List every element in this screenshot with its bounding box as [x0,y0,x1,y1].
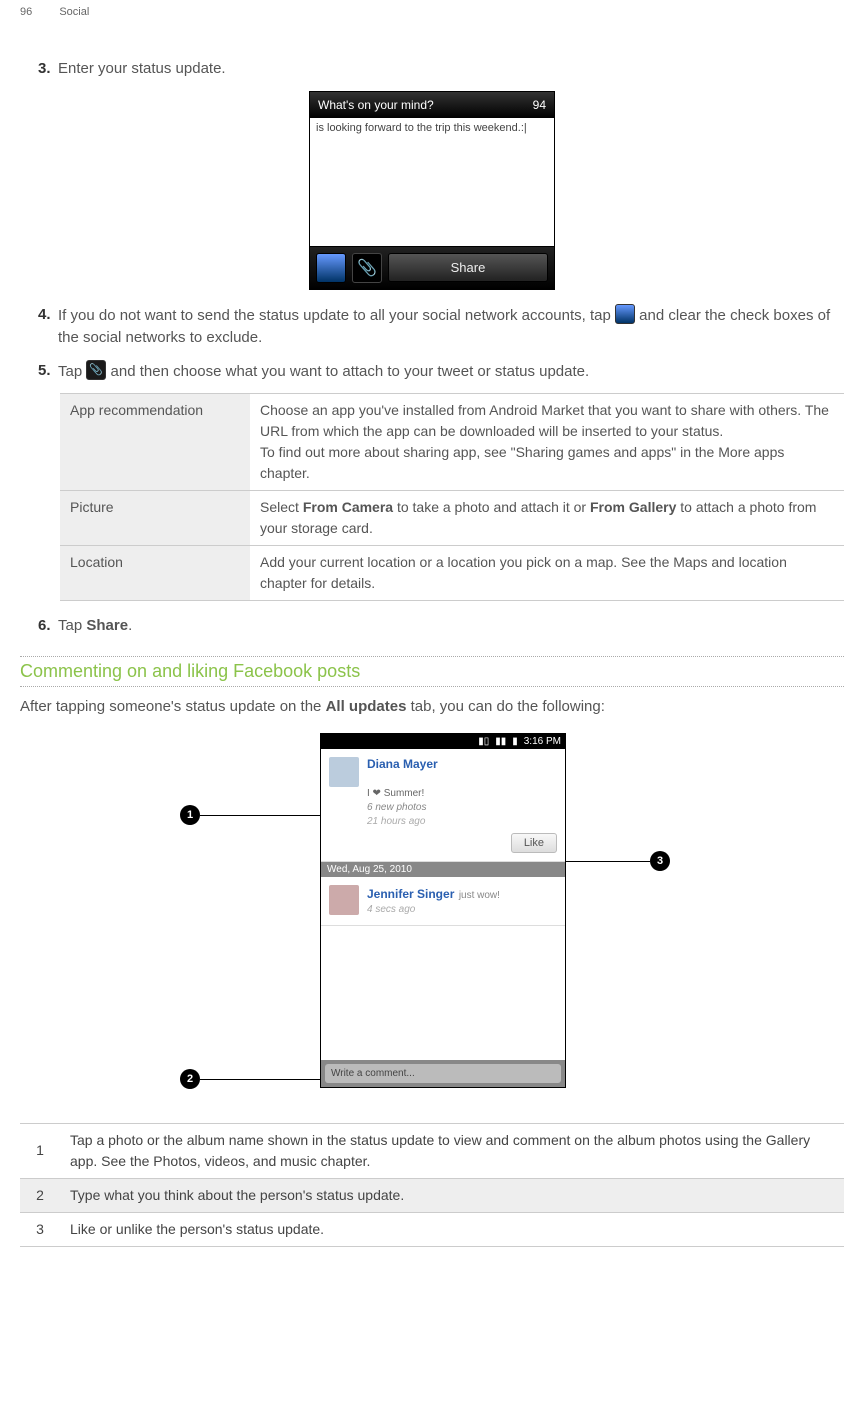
battery-icon: ▮ [512,736,518,747]
networks-icon[interactable] [316,253,346,283]
avatar[interactable] [329,757,359,787]
option-desc: Choose an app you've installed from Andr… [250,394,844,491]
comment-input[interactable]: Write a comment... [325,1064,561,1083]
paperclip-icon: 📎 [357,258,377,278]
table-row: Location Add your current location or a … [60,546,844,601]
char-count: 94 [533,98,546,112]
section-intro: After tapping someone's status update on… [20,695,844,719]
step-text: Tap Share. [58,615,844,638]
like-button[interactable]: Like [511,833,557,853]
post-text: just wow! [459,890,500,901]
step-number: 3. [38,58,58,81]
status-bar: ▮▯ ▮▮ ▮ 3:16 PM [321,734,565,749]
attach-inline-icon [86,360,106,380]
comment-bar: Write a comment... [321,1060,565,1087]
step-6: 6. Tap Share. [38,615,844,638]
table-row: 1 Tap a photo or the album name shown in… [20,1123,844,1178]
step-5: 5. Tap and then choose what you want to … [38,360,844,384]
section-name: Social [59,6,89,18]
table-row: 3 Like or unlike the person's status upd… [20,1212,844,1246]
legend-num: 1 [20,1123,60,1178]
post-author[interactable]: Jennifer Singer [367,887,454,901]
option-label: Location [60,546,250,601]
avatar[interactable] [329,885,359,915]
compose-input[interactable]: is looking forward to the trip this week… [310,118,554,247]
step-text: Enter your status update. [58,58,844,81]
section-title: Commenting on and liking Facebook posts [20,656,844,687]
option-label: Picture [60,491,250,546]
date-header: Wed, Aug 25, 2010 [321,862,565,877]
compose-prompt: What's on your mind? [318,98,434,112]
share-button[interactable]: Share [388,253,548,282]
legend-text: Type what you think about the person's s… [60,1178,844,1212]
callout-line [200,1079,330,1080]
post-time: 21 hours ago [367,815,557,829]
step-text: Tap and then choose what you want to att… [58,360,844,384]
networks-inline-icon [615,304,635,324]
page-header: 96 Social [20,0,844,48]
post-author[interactable]: Diana Mayer [329,757,557,771]
table-row: App recommendation Choose an app you've … [60,394,844,491]
option-label: App recommendation [60,394,250,491]
legend-num: 2 [20,1178,60,1212]
callout-badge-3: 3 [650,851,670,871]
attach-icon[interactable]: 📎 [352,253,382,283]
post-time: 4 secs ago [329,903,557,917]
facebook-post-screenshot: ▮▯ ▮▮ ▮ 3:16 PM Diana Mayer I ❤ Summer! … [320,733,566,1088]
page-number: 96 [20,6,32,18]
step-3: 3. Enter your status update. [38,58,844,81]
table-row: 2 Type what you think about the person's… [20,1178,844,1212]
callout-legend-table: 1 Tap a photo or the album name shown in… [20,1123,844,1247]
post-item[interactable]: Diana Mayer I ❤ Summer! 6 new photos 21 … [321,749,565,862]
status-compose-screenshot: What's on your mind? 94 is looking forwa… [309,91,555,290]
step-number: 4. [38,304,58,350]
legend-text: Like or unlike the person's status updat… [60,1212,844,1246]
option-desc: Select From Camera to take a photo and a… [250,491,844,546]
step-number: 5. [38,360,58,384]
signal-icon: ▮▯ [478,736,489,747]
step-text: If you do not want to send the status up… [58,304,844,350]
bars-icon: ▮▮ [495,736,506,747]
option-desc: Add your current location or a location … [250,546,844,601]
legend-text: Tap a photo or the album name shown in t… [60,1123,844,1178]
table-row: Picture Select From Camera to take a pho… [60,491,844,546]
post-item[interactable]: Jennifer Singer just wow! 4 secs ago [321,877,565,926]
status-time: 3:16 PM [524,736,561,747]
callout-badge-1: 1 [180,805,200,825]
post-photos-link[interactable]: 6 new photos [367,801,557,815]
step-number: 6. [38,615,58,638]
callout-badge-2: 2 [180,1069,200,1089]
legend-num: 3 [20,1212,60,1246]
post-text: I ❤ Summer! [367,787,557,801]
attachment-options-table: App recommendation Choose an app you've … [60,393,844,601]
step-4: 4. If you do not want to send the status… [38,304,844,350]
